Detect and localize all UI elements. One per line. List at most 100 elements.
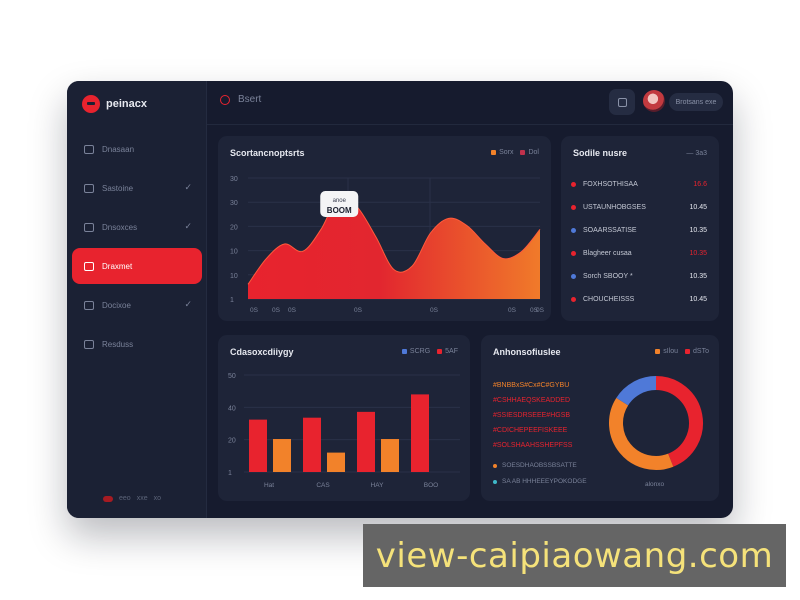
list-item[interactable]: Blagheer cusaa 10.35 (571, 242, 707, 265)
list-item-name: FOXHSOTHISAA (583, 181, 638, 188)
y-tick-label: 20 (230, 224, 238, 231)
sidebar-item-label: Resduss (102, 339, 134, 349)
bullet-icon (571, 182, 576, 187)
sidebar-footer: eeo xxe xo (103, 495, 161, 502)
y-tick-label: 20 (228, 438, 236, 445)
bullet-icon (571, 297, 576, 302)
status-dot-icon (103, 495, 113, 502)
tooltip-label: anoe (333, 198, 347, 204)
top-bar: Bsert Brotsans exe (207, 81, 733, 125)
donut-slice-blue[interactable] (616, 376, 657, 406)
list-item-value: 10.35 (689, 273, 707, 280)
bullet-icon (571, 251, 576, 256)
sidebar-item-5[interactable]: Resduss (72, 326, 202, 362)
bullet-icon (571, 274, 576, 279)
square-icon (617, 97, 627, 107)
list-title: Sodile nusre (573, 148, 628, 158)
document-icon (84, 261, 94, 271)
list-item-value: 10.45 (689, 296, 707, 303)
x-tick-label: CAS (316, 482, 330, 489)
search-bar[interactable]: Bsert (220, 94, 261, 105)
area-chart: 303020101010S 0S 0S 0S 0S 0S 0S0SanoeBOOM (230, 176, 545, 314)
sidebar-item-label: Dnasaan (102, 144, 135, 154)
bar-chart-card: Cdasoxcdiiygy SCRG 5AF 50 40 20 1 Hat CAS HAY B… (218, 335, 470, 501)
list-item[interactable]: USTAUNHOBGSES 10.45 (571, 196, 707, 219)
list-item-value: 10.35 (689, 250, 707, 257)
sidebar-item-3[interactable]: Draxmet (72, 248, 202, 284)
x-tick-label: HAY (371, 482, 385, 489)
sidebar-nav: Dnasaan Sastoine ✓ Dnsoxces ✓ Draxmet Docixoe ✓… (72, 131, 202, 365)
app-logo[interactable]: peinacx (82, 95, 147, 113)
bullet-icon (571, 205, 576, 210)
list-item[interactable]: SOAARSSATISE 10.35 (571, 219, 707, 242)
image-icon (84, 222, 94, 232)
x-tick-label: 0S (272, 307, 281, 314)
y-tick-label: 10 (230, 249, 238, 256)
y-tick-label: 30 (230, 200, 238, 207)
list-item-name: CHOUCHEISSS (583, 296, 635, 303)
list-item-value: 16.6 (693, 181, 707, 188)
sidebar-item-label: Docixoe (102, 300, 131, 310)
bar-5AF[interactable] (381, 439, 399, 472)
x-tick-label: 0S (430, 307, 439, 314)
bar-SCRG[interactable] (357, 411, 375, 472)
list-item-name: Blagheer cusaa (583, 250, 632, 257)
search-icon (220, 94, 230, 105)
list-item[interactable]: CHOUCHEISSS 10.45 (571, 288, 707, 311)
sidebar-footer-item[interactable]: xo (154, 495, 161, 502)
user-name-pill[interactable]: Brotsans exe (669, 93, 723, 111)
donut-chart-card: Anhonsofiuslee sIlou dSTo #BNBBxS#Cx#C#G… (481, 335, 719, 501)
notification-button[interactable] (609, 89, 635, 115)
bar-SCRG[interactable] (303, 417, 321, 472)
donut-caption: alonxo (645, 481, 665, 488)
list-item-name: SOAARSSATISE (583, 227, 637, 234)
sidebar-item-0[interactable]: Dnasaan (72, 131, 202, 167)
app-name: peinacx (106, 98, 147, 110)
x-tick-label: 0S (288, 307, 297, 314)
bar-5AF[interactable] (273, 439, 291, 472)
sidebar-item-label: Draxmet (102, 261, 133, 271)
bar-chart: 50 40 20 1 Hat CAS HAY BOO (228, 373, 460, 489)
sidebar-item-2[interactable]: Dnsoxces ✓ (72, 209, 202, 245)
y-tick-label: 10 (230, 273, 238, 280)
sidebar-footer-item[interactable]: eeo (119, 495, 131, 502)
list-item-value: 10.35 (689, 227, 707, 234)
area-chart-card: Scortancnoptsrts Sorx Dol 30 30 20 10 10 1 0S 0… (218, 136, 551, 321)
x-tick-label: 0S (508, 307, 517, 314)
sidebar-item-label: Dnsoxces (102, 222, 138, 232)
folder-icon (84, 339, 94, 349)
sidebar-item-1[interactable]: Sastoine ✓ (72, 170, 202, 206)
list-meta-text: — 3a3 (686, 150, 707, 157)
calendar-icon (84, 183, 94, 193)
list-item-value: 10.45 (689, 204, 707, 211)
top-list-card: Sodile nusre — 3a3 FOXHSOTHISAA 16.6 USTAU… (561, 136, 719, 321)
bullet-icon (571, 228, 576, 233)
x-tick-label: BOO (424, 482, 438, 489)
bar-SCRG[interactable] (249, 419, 267, 472)
tooltip-value: BOOM (327, 206, 352, 215)
top-list: FOXHSOTHISAA 16.6 USTAUNHOBGSES 10.45 SOAARS… (571, 173, 707, 311)
sidebar-footer-item[interactable]: xxe (137, 495, 148, 502)
y-tick-label: 50 (228, 373, 236, 380)
y-tick-label: 1 (230, 297, 234, 304)
bar-SCRG[interactable] (411, 394, 429, 472)
y-tick-label: 1 (228, 470, 232, 477)
donut-slice-red[interactable] (655, 376, 703, 467)
check-icon: ✓ (184, 182, 192, 192)
bookmark-icon (84, 300, 94, 310)
list-item[interactable]: FOXHSOTHISAA 16.6 (571, 173, 707, 196)
avatar[interactable] (643, 90, 665, 112)
sidebar: peinacx Dnasaan Sastoine ✓ Dnsoxces ✓ Draxmet… (67, 81, 207, 518)
check-icon: ✓ (184, 221, 192, 231)
check-icon: ✓ (184, 299, 192, 309)
list-item[interactable]: Sorch SBOOY * 10.35 (571, 265, 707, 288)
logo-icon (82, 95, 100, 113)
bar-5AF[interactable] (327, 452, 345, 472)
sidebar-item-4[interactable]: Docixoe ✓ (72, 287, 202, 323)
x-tick-label: 0S (250, 307, 259, 314)
y-tick-label: 40 (228, 405, 236, 412)
list-meta: — 3a3 (686, 150, 707, 157)
donut-slice-orange[interactable] (609, 397, 674, 470)
search-text: Bsert (238, 94, 262, 105)
donut-chart (609, 376, 703, 470)
